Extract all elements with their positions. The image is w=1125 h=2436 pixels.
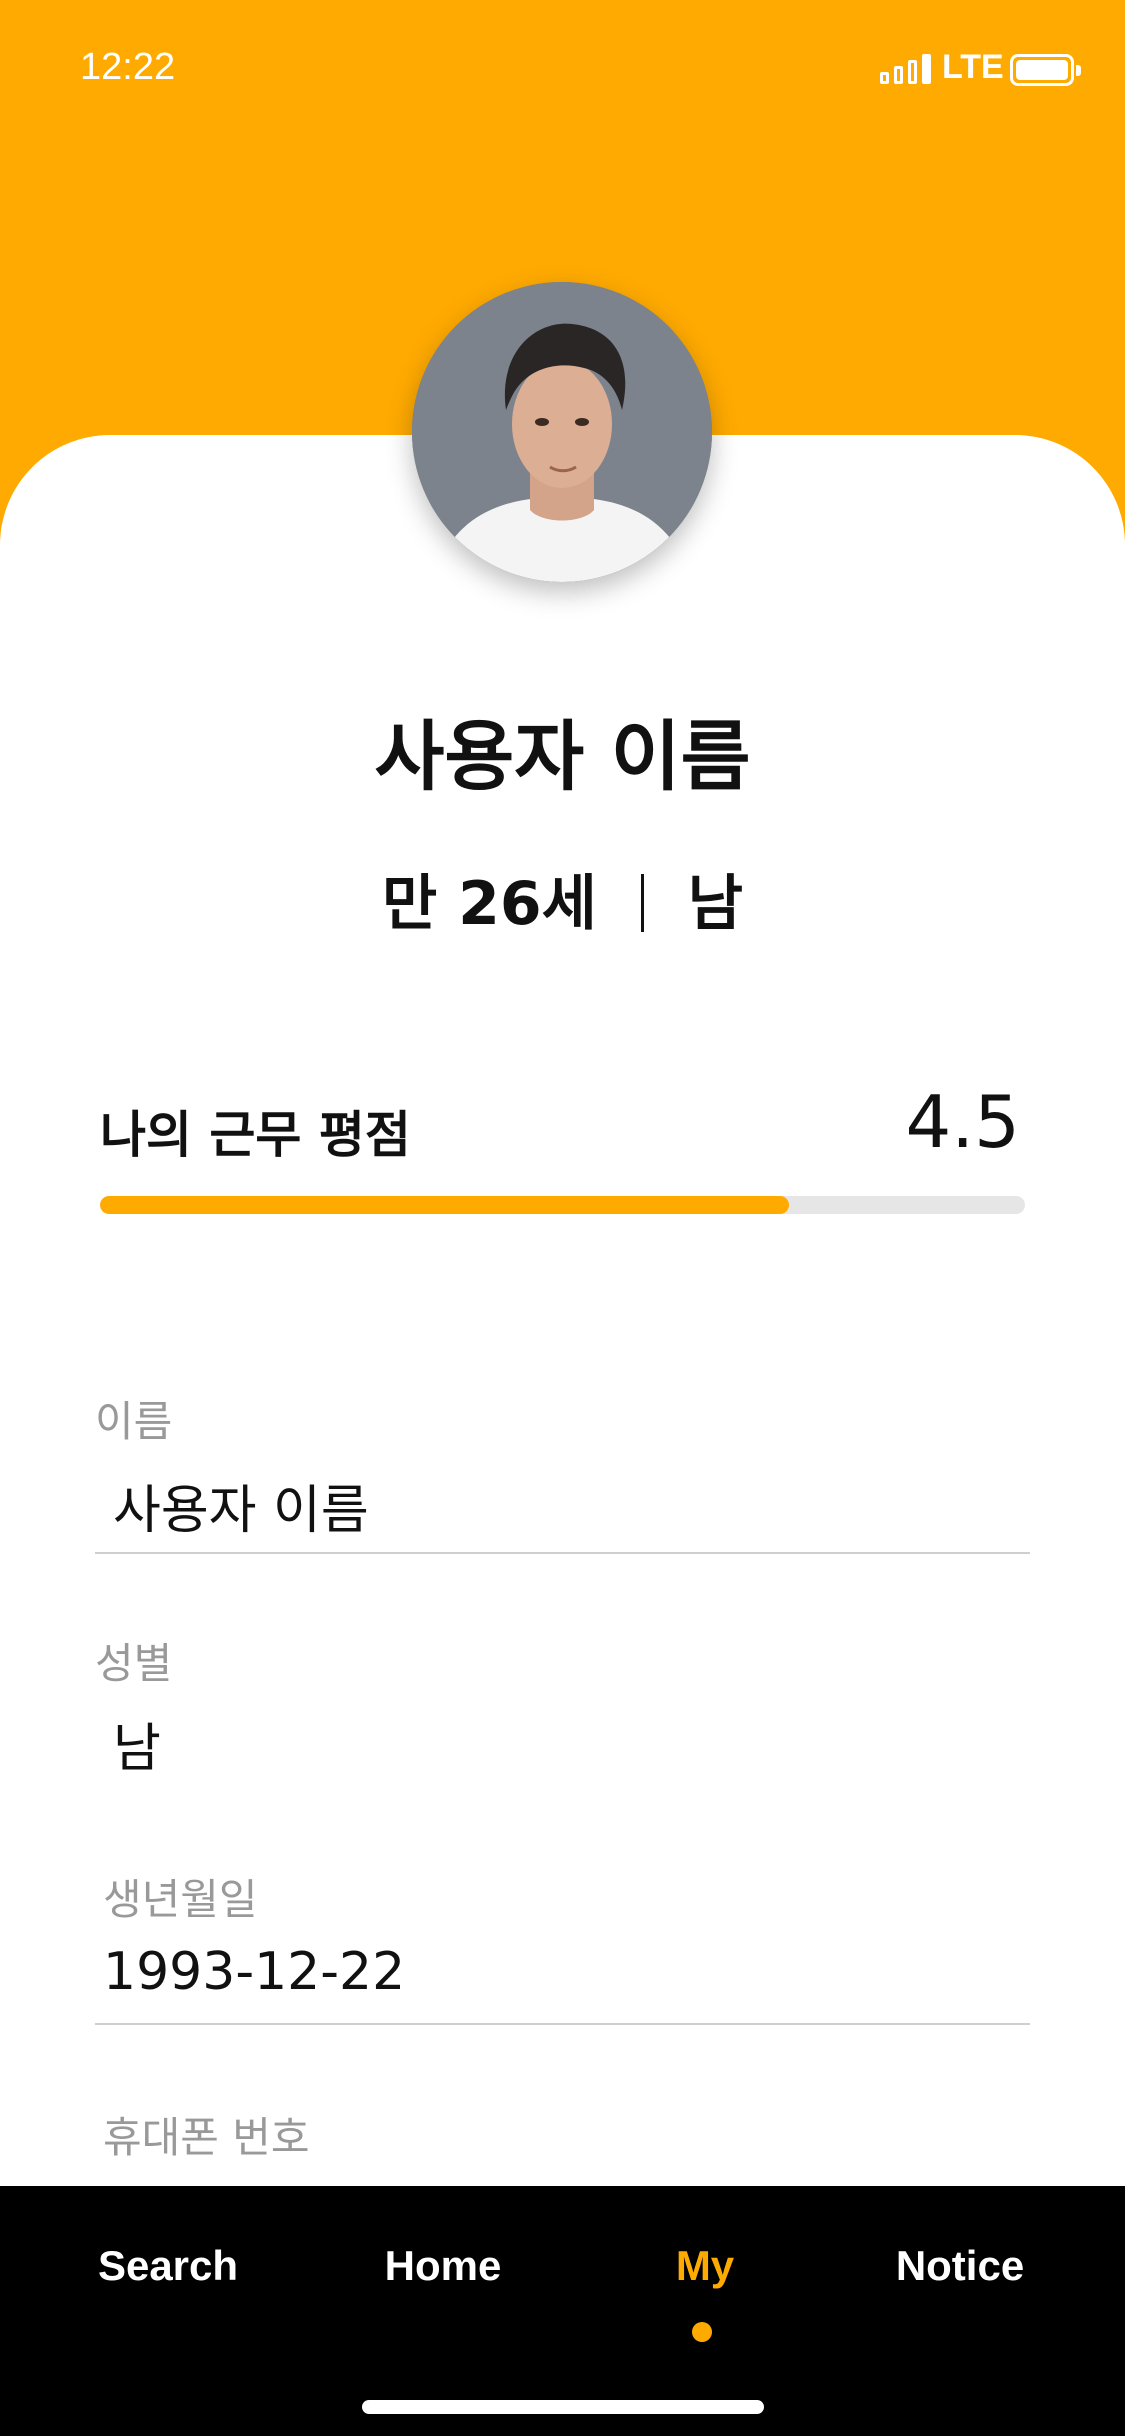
rating-label: 나의 근무 평점 [100, 1106, 411, 1164]
field-name-divider [95, 1552, 1030, 1554]
field-gender-value: 남 [113, 1719, 161, 1779]
home-indicator[interactable] [362, 2400, 764, 2414]
nav-item-notice[interactable]: Notice [840, 2242, 1080, 2290]
status-time: 12:22 [80, 46, 176, 88]
rating-value: 4.5 [905, 1080, 1020, 1164]
profile-gender: 남 [687, 869, 743, 939]
profile-meta: 만 26세 남 [0, 855, 1125, 942]
field-name: 이름 사용자 이름 [95, 1388, 1030, 1558]
field-birthdate: 생년월일 1993-12-22 [95, 1866, 1030, 2026]
signal-strength-icon [880, 52, 934, 84]
field-birthdate-label: 생년월일 [103, 1875, 258, 1924]
field-phone: 휴대폰 번호 [95, 2104, 1030, 2184]
bottom-nav: Search Home My Notice [0, 2186, 1125, 2436]
battery-icon [1010, 54, 1081, 86]
status-bar: 12:22 LTE [0, 0, 1125, 140]
field-birthdate-value: 1993-12-22 [103, 1942, 406, 2002]
rating-progress-bar [100, 1196, 1025, 1214]
nav-item-home[interactable]: Home [323, 2242, 563, 2290]
rating-progress-fill [100, 1196, 790, 1214]
profile-name: 사용자 이름 [374, 712, 751, 801]
active-tab-indicator [692, 2322, 712, 2342]
network-type-label: LTE [942, 48, 1004, 86]
field-name-label: 이름 [95, 1397, 173, 1446]
avatar-portrait-icon [412, 282, 712, 582]
field-birthdate-divider [95, 2023, 1030, 2025]
avatar[interactable] [412, 282, 712, 582]
field-phone-label: 휴대폰 번호 [103, 2113, 310, 2162]
meta-divider [640, 874, 644, 932]
field-name-value: 사용자 이름 [113, 1481, 369, 1541]
profile-age: 만 26세 [382, 869, 597, 939]
field-gender-label: 성별 [95, 1639, 173, 1688]
nav-item-my[interactable]: My [585, 2242, 825, 2290]
field-gender: 성별 남 [95, 1630, 1030, 1779]
nav-item-search[interactable]: Search [48, 2242, 288, 2290]
